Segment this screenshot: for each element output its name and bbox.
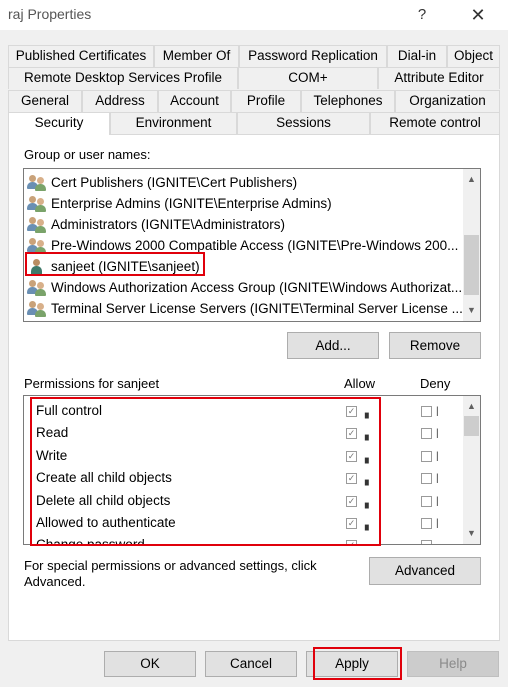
tab-address[interactable]: Address: [82, 90, 158, 112]
list-item[interactable]: Terminal Server License Servers (IGNITE\…: [27, 298, 463, 319]
permission-label: Delete all child objects: [36, 493, 171, 508]
allow-header: Allow: [344, 376, 376, 391]
deny-checkbox[interactable]: [421, 540, 432, 544]
tab-remote-control[interactable]: Remote control: [370, 112, 500, 134]
tab-password-replication[interactable]: Password Replication: [239, 45, 387, 67]
permissions-scrollbar[interactable]: ▲ ▼: [463, 396, 480, 544]
tab-published-certificates[interactable]: Published Certificates: [8, 45, 154, 67]
permission-row: Read: [36, 422, 68, 444]
list-item[interactable]: Enterprise Admins (IGNITE\Enterprise Adm…: [27, 193, 332, 214]
permission-row: Write: [36, 445, 67, 467]
advanced-hint: For special permissions or advanced sett…: [24, 558, 317, 589]
tab-account[interactable]: Account: [158, 90, 231, 112]
list-item[interactable]: Windows Authorization Access Group (IGNI…: [27, 277, 462, 298]
permission-label: Read: [36, 425, 69, 440]
ok-button[interactable]: OK: [104, 651, 196, 677]
list-item-label: Administrators (IGNITE\Administrators): [51, 217, 286, 232]
list-item-label: Terminal Server License Servers (IGNITE\…: [51, 301, 463, 316]
group-label: Group or user names:: [24, 147, 151, 162]
cancel-button[interactable]: Cancel: [205, 651, 297, 677]
deny-checkbox[interactable]: [421, 496, 432, 507]
deny-checkbox[interactable]: [421, 406, 432, 417]
permission-label: Create all child objects: [36, 470, 172, 485]
tab-member-of[interactable]: Member Of: [154, 45, 239, 67]
apply-button[interactable]: Apply: [306, 651, 398, 677]
group-icon: [27, 195, 47, 213]
allow-checkbox[interactable]: ✓: [346, 451, 357, 462]
dialog-footer: OK Cancel Apply Help: [0, 642, 508, 687]
tab-environment[interactable]: Environment: [110, 112, 237, 134]
tab-general[interactable]: General: [8, 90, 82, 112]
scroll-down-icon[interactable]: ▼: [463, 525, 480, 542]
tab-security[interactable]: Security: [8, 112, 110, 135]
permission-label: Write: [36, 448, 68, 463]
list-item[interactable]: Pre-Windows 2000 Compatible Access (IGNI…: [27, 235, 458, 256]
user-icon: [27, 258, 47, 276]
tab-com-plus[interactable]: COM+: [238, 67, 378, 89]
tab-row-3: General Address Account Profile Telephon…: [8, 90, 500, 112]
tab-dial-in[interactable]: Dial-in: [387, 45, 447, 67]
deny-checkbox[interactable]: [421, 518, 432, 529]
close-icon[interactable]: ✕: [458, 2, 498, 28]
scroll-thumb[interactable]: [464, 416, 479, 436]
permission-label: Full control: [36, 403, 103, 418]
tab-row-2: Remote Desktop Services Profile COM+ Att…: [8, 67, 500, 89]
permission-row: Change password: [36, 534, 145, 545]
remove-button[interactable]: Remove: [389, 332, 481, 359]
scroll-up-icon[interactable]: ▲: [463, 398, 480, 415]
allow-checkbox[interactable]: ✓: [346, 473, 357, 484]
deny-header: Deny: [420, 376, 451, 391]
allow-checkbox[interactable]: ✓: [346, 496, 357, 507]
list-item-label: Enterprise Admins (IGNITE\Enterprise Adm…: [51, 196, 332, 211]
allow-checkbox[interactable]: ✓: [346, 518, 357, 529]
list-item-label: Cert Publishers (IGNITE\Cert Publishers): [51, 175, 298, 190]
list-item[interactable]: Cert Publishers (IGNITE\Cert Publishers): [27, 172, 297, 193]
group-icon: [27, 237, 47, 255]
permission-row: Allowed to authenticate: [36, 512, 176, 534]
allow-checkbox[interactable]: ✓: [346, 406, 357, 417]
permission-row: Delete all child objects: [36, 490, 170, 512]
help-icon[interactable]: ?: [402, 2, 442, 28]
deny-checkbox[interactable]: [421, 473, 432, 484]
add-button[interactable]: Add...: [287, 332, 379, 359]
permission-label: Allowed to authenticate: [36, 515, 176, 530]
permission-row: Full control: [36, 400, 102, 422]
tab-row-4: Security Environment Sessions Remote con…: [8, 112, 500, 135]
scroll-up-icon[interactable]: ▲: [463, 171, 480, 188]
group-icon: [27, 300, 47, 318]
allow-checkbox[interactable]: ✓: [346, 428, 357, 439]
user-list[interactable]: Cert Publishers (IGNITE\Cert Publishers)…: [23, 168, 481, 322]
scroll-thumb[interactable]: [464, 235, 479, 295]
advanced-button[interactable]: Advanced: [369, 557, 481, 585]
security-panel: Group or user names: Cert Publishers (IG…: [8, 134, 500, 641]
permission-label: Change password: [36, 537, 145, 545]
tab-telephones[interactable]: Telephones: [301, 90, 395, 112]
list-item-selected[interactable]: sanjeet (IGNITE\sanjeet): [27, 256, 200, 277]
list-item[interactable]: Administrators (IGNITE\Administrators): [27, 214, 285, 235]
tab-row-1: Published Certificates Member Of Passwor…: [8, 45, 500, 67]
tab-attribute-editor[interactable]: Attribute Editor: [378, 67, 500, 89]
group-icon: [27, 216, 47, 234]
permission-row: Create all child objects: [36, 467, 172, 489]
tab-sessions[interactable]: Sessions: [237, 112, 370, 134]
title-bar: raj Properties ? ✕: [0, 0, 508, 30]
permissions-label: Permissions for sanjeet: [24, 376, 160, 391]
deny-checkbox[interactable]: [421, 451, 432, 462]
scroll-down-icon[interactable]: ▼: [463, 302, 480, 319]
window-title: raj Properties: [8, 6, 92, 22]
permissions-list[interactable]: Full control Read Write Create all child…: [23, 395, 481, 545]
tab-organization[interactable]: Organization: [395, 90, 500, 112]
deny-checkbox[interactable]: [421, 428, 432, 439]
list-item-label: sanjeet (IGNITE\sanjeet): [51, 259, 200, 274]
list-item-label: Windows Authorization Access Group (IGNI…: [51, 280, 463, 295]
allow-checkbox[interactable]: ✓: [346, 540, 357, 544]
group-icon: [27, 279, 47, 297]
list-item-label: Pre-Windows 2000 Compatible Access (IGNI…: [51, 238, 459, 253]
group-icon: [27, 174, 47, 192]
tab-profile[interactable]: Profile: [231, 90, 301, 112]
tab-object[interactable]: Object: [447, 45, 500, 67]
help-button[interactable]: Help: [407, 651, 499, 677]
user-list-scrollbar[interactable]: ▲ ▼: [463, 169, 480, 321]
tab-remote-desktop-services-profile[interactable]: Remote Desktop Services Profile: [8, 67, 238, 89]
